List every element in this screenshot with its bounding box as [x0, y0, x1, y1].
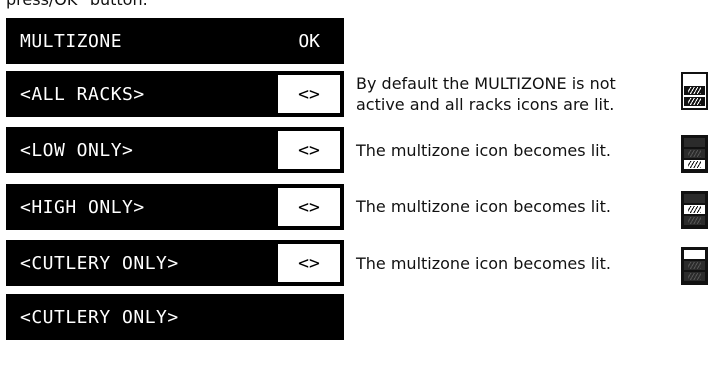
all-racks-icon — [681, 72, 708, 110]
description-line: active and all racks icons are lit. — [356, 95, 615, 114]
high-only-description: The multizone icon becomes lit. — [356, 196, 611, 217]
description-line: By default the MULTIZONE is not — [356, 74, 616, 93]
arrows-button[interactable]: <> — [276, 242, 342, 284]
panel-label: <CUTLERY ONLY> — [20, 252, 179, 274]
cutlery-only-icon — [681, 247, 708, 285]
cutlery-only-description: The multizone icon becomes lit. — [356, 253, 611, 274]
description-line: The multizone icon becomes lit. — [356, 254, 611, 273]
low-only-panel: <LOW ONLY> <> — [6, 127, 344, 173]
high-only-panel: <HIGH ONLY> <> — [6, 184, 344, 230]
panel-label: MULTIZONE — [20, 30, 123, 52]
arrows-button[interactable]: <> — [276, 129, 342, 171]
description-line: The multizone icon becomes lit. — [356, 197, 611, 216]
arrows-button[interactable]: <> — [276, 73, 342, 115]
multizone-header-panel: MULTIZONE OK — [6, 18, 344, 64]
low-only-icon — [681, 135, 708, 173]
panel-label: <HIGH ONLY> — [20, 196, 145, 218]
all-racks-description: By default the MULTIZONE is not active a… — [356, 73, 616, 115]
all-racks-panel: <ALL RACKS> <> — [6, 71, 344, 117]
arrows-button[interactable]: <> — [276, 186, 342, 228]
low-only-description: The multizone icon becomes lit. — [356, 140, 611, 161]
cutlery-only-panel: <CUTLERY ONLY> <> — [6, 240, 344, 286]
panel-label: <LOW ONLY> — [20, 139, 134, 161]
page-fragment-text: press/OK" button. — [6, 0, 148, 9]
panel-label: <CUTLERY ONLY> — [20, 306, 179, 328]
high-only-icon — [681, 191, 708, 229]
panel-label: <ALL RACKS> — [20, 83, 145, 105]
ok-button[interactable]: OK — [298, 31, 342, 52]
description-line: The multizone icon becomes lit. — [356, 141, 611, 160]
cutlery-only-selected-panel: <CUTLERY ONLY> — [6, 294, 344, 340]
